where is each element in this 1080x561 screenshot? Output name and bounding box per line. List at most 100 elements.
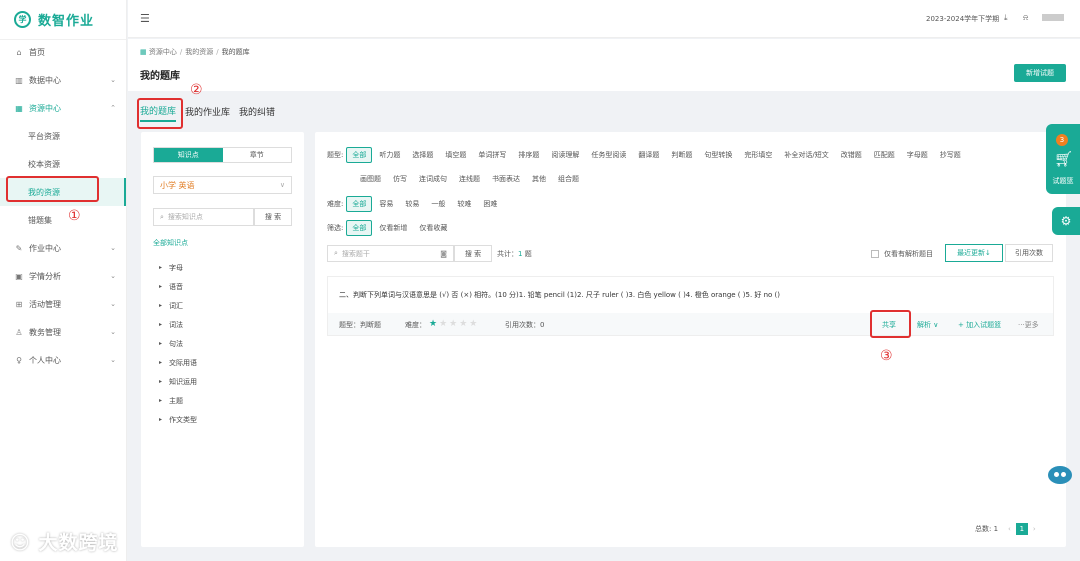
tree-item[interactable]: ▸ 语音 xyxy=(159,277,197,296)
sidebar-item-data-center[interactable]: ▥ 数据中心 ⌄ xyxy=(0,66,126,94)
type-chip[interactable]: 连线题 xyxy=(454,172,485,186)
term-selector[interactable]: 2023-2024学年下学期 xyxy=(926,14,999,24)
difficulty-chip[interactable]: 一般 xyxy=(426,197,450,211)
activity-icon: ⊞ xyxy=(15,299,23,309)
screen-chip[interactable]: 仅看收藏 xyxy=(414,221,452,235)
type-chip[interactable]: 字母题 xyxy=(902,148,933,162)
sidebar-sub-school[interactable]: 校本资源 xyxy=(0,150,126,178)
camera-icon[interactable]: ◙ xyxy=(440,250,447,258)
sidebar-item-admin[interactable]: ♙ 教务管理 ⌄ xyxy=(0,318,126,346)
type-chip[interactable]: 排序题 xyxy=(513,148,544,162)
knowledge-search-button[interactable]: 搜 索 xyxy=(254,208,292,226)
type-chip[interactable]: 判断题 xyxy=(666,148,697,162)
view-toggle: 知识点 章节 xyxy=(153,147,292,163)
breadcrumb: ▦ 资源中心 / 我的资源 / 我的题库 xyxy=(140,48,250,56)
tree-item[interactable]: ▸ 作文类型 xyxy=(159,410,197,429)
knowledge-tree: ▸ 字母 ▸ 语音 ▸ 词汇 ▸ 词法 ▸ 句法 ▸ 交际用语 ▸ 知识运用 ▸ 主题 ▸ 作文类… xyxy=(159,258,197,429)
difficulty-chip[interactable]: 较易 xyxy=(400,197,424,211)
next-page-icon[interactable]: › xyxy=(1033,525,1036,533)
new-question-button[interactable]: 新增试题 xyxy=(1014,64,1066,82)
sort-latest-button[interactable]: 最近更新↓ xyxy=(945,244,1003,262)
sidebar-item-analysis[interactable]: ▣ 学情分析 ⌄ xyxy=(0,262,126,290)
type-chip[interactable]: 补全对话/短文 xyxy=(779,148,833,162)
breadcrumb-item[interactable]: 我的资源 xyxy=(185,48,213,56)
knowledge-search-input[interactable]: ⌕ 搜索知识点 xyxy=(153,208,254,226)
type-chip[interactable]: 听力题 xyxy=(374,148,405,162)
type-chip[interactable]: 画图题 xyxy=(355,172,386,186)
only-analysis-checkbox[interactable]: 仅看有解析题目 xyxy=(871,249,933,259)
bell-icon[interactable]: ⍾ xyxy=(1023,13,1028,23)
type-chip[interactable]: 全部 xyxy=(346,147,373,163)
type-chip[interactable]: 其他 xyxy=(527,172,551,186)
type-chip[interactable]: 句型转换 xyxy=(699,148,737,162)
toggle-knowledge[interactable]: 知识点 xyxy=(154,148,223,162)
type-chip[interactable]: 选择题 xyxy=(407,148,438,162)
screen-chip[interactable]: 仅看新增 xyxy=(374,221,412,235)
difficulty-chip[interactable]: 全部 xyxy=(346,196,373,212)
type-chip[interactable]: 连词成句 xyxy=(414,172,452,186)
sidebar-sub-platform[interactable]: 平台资源 xyxy=(0,122,126,150)
add-to-basket-button[interactable]: + 加入试题篮 xyxy=(958,320,1001,330)
all-knowledge-link[interactable]: 全部知识点 xyxy=(153,238,188,248)
assistant-robot-icon[interactable] xyxy=(1046,462,1074,488)
question-text[interactable]: 二、判断下列单词与汉语意思是 (√) 否 (×) 相符。(10 分)1. 铅笔 … xyxy=(339,290,780,300)
tree-item[interactable]: ▸ 词汇 xyxy=(159,296,197,315)
difficulty-chip[interactable]: 容易 xyxy=(374,197,398,211)
logo[interactable]: 学 数智作业 xyxy=(0,0,126,40)
type-chip[interactable]: 改错题 xyxy=(836,148,867,162)
page-current[interactable]: 1 xyxy=(1015,523,1028,535)
sidebar-item-home[interactable]: ⌂ 首页 xyxy=(0,38,126,66)
analysis-button[interactable]: 解析 ∨ xyxy=(917,320,938,330)
type-chip[interactable]: 匹配题 xyxy=(869,148,900,162)
tree-item[interactable]: ▸ 主题 xyxy=(159,391,197,410)
question-basket-button[interactable]: 3 🛒︎ 试题篮 xyxy=(1046,124,1080,194)
type-chip[interactable]: 填空题 xyxy=(440,148,471,162)
caret-right-icon: ▸ xyxy=(159,416,163,423)
caret-right-icon: ▸ xyxy=(159,264,163,271)
type-chip[interactable]: 单词拼写 xyxy=(473,148,511,162)
question-search-input[interactable]: ⌕ 搜索题干 ◙ xyxy=(327,245,454,262)
type-chip[interactable]: 抄写题 xyxy=(935,148,966,162)
filter-label: 筛选: xyxy=(327,224,344,232)
sort-cite-button[interactable]: 引用次数 xyxy=(1005,244,1053,262)
tree-item[interactable]: ▸ 字母 xyxy=(159,258,197,277)
tree-item[interactable]: ▸ 交际用语 xyxy=(159,353,197,372)
avatar[interactable] xyxy=(1042,14,1064,21)
difficulty-stars: ★★★★★ xyxy=(429,319,479,329)
sidebar-item-profile[interactable]: ♀ 个人中心 ⌄ xyxy=(0,346,126,374)
tab-my-homework[interactable]: 我的作业库 xyxy=(185,100,230,122)
annotation-box-2 xyxy=(137,98,183,129)
breadcrumb-item[interactable]: 资源中心 xyxy=(149,48,177,56)
type-chip[interactable]: 书面表达 xyxy=(487,172,525,186)
prev-page-icon[interactable]: ‹ xyxy=(1008,525,1011,533)
grade-select[interactable]: 小学 英语 ∨ xyxy=(153,176,292,194)
question-search-button[interactable]: 搜 索 xyxy=(454,245,492,262)
difficulty-chip[interactable]: 较难 xyxy=(452,197,476,211)
sidebar-item-homework[interactable]: ✎ 作业中心 ⌄ xyxy=(0,234,126,262)
download-icon[interactable]: ⤓ xyxy=(1004,13,1008,23)
tree-item[interactable]: ▸ 知识运用 xyxy=(159,372,197,391)
settings-button[interactable]: ⚙ xyxy=(1052,207,1080,235)
type-chip[interactable]: 翻译题 xyxy=(633,148,664,162)
home-icon: ⌂ xyxy=(16,47,22,57)
more-button[interactable]: ···更多 xyxy=(1018,320,1039,330)
type-chip[interactable]: 完形填空 xyxy=(739,148,777,162)
menu-toggle-icon[interactable]: ☰ xyxy=(140,12,150,25)
sidebar-item-label: 资源中心 xyxy=(29,103,61,113)
type-chip[interactable]: 任务型阅读 xyxy=(586,148,631,162)
tab-my-corrections[interactable]: 我的纠错 xyxy=(239,100,275,122)
type-chip[interactable]: 仿写 xyxy=(388,172,412,186)
type-chip[interactable]: 阅读理解 xyxy=(546,148,584,162)
question-card: 二、判断下列单词与汉语意思是 (√) 否 (×) 相符。(10 分)1. 铅笔 … xyxy=(327,276,1054,336)
screen-chip[interactable]: 全部 xyxy=(346,220,373,236)
chevron-down-icon: ⌄ xyxy=(110,272,116,280)
tree-item[interactable]: ▸ 句法 xyxy=(159,334,197,353)
difficulty-chip[interactable]: 困难 xyxy=(478,197,502,211)
sidebar-sub-wrong-set[interactable]: 错题集 xyxy=(0,206,126,234)
sidebar-item-resource-center[interactable]: ▦ 资源中心 ⌃ xyxy=(0,94,126,122)
type-chip[interactable]: 组合题 xyxy=(553,172,584,186)
sidebar-item-activity[interactable]: ⊞ 活动管理 ⌄ xyxy=(0,290,126,318)
chevron-down-icon: ⌄ xyxy=(110,328,116,336)
toggle-chapter[interactable]: 章节 xyxy=(223,148,292,162)
tree-item[interactable]: ▸ 词法 xyxy=(159,315,197,334)
